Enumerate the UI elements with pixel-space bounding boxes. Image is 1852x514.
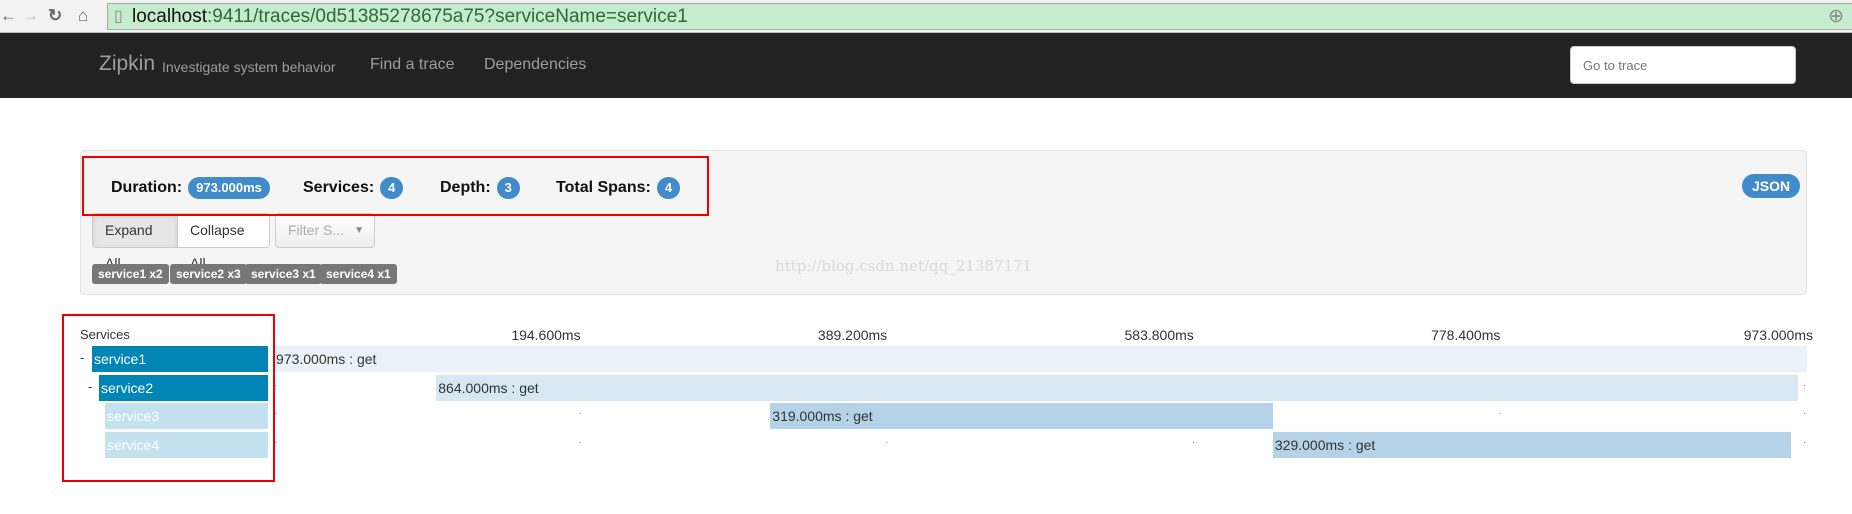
nav-dependencies[interactable]: Dependencies xyxy=(484,56,586,74)
span-bar[interactable]: 973.000ms : get xyxy=(274,346,1807,372)
grid-dot: · xyxy=(578,436,582,448)
grid-dot: · xyxy=(1803,408,1807,419)
depth-badge: 3 xyxy=(496,177,520,199)
tick-label: 973.000ms xyxy=(1743,327,1813,343)
zoom-icon[interactable]: ⊕ xyxy=(1828,4,1844,29)
services-badge: 4 xyxy=(380,177,404,199)
span-bar[interactable]: 864.000ms : get xyxy=(436,374,1798,401)
go-to-trace-input[interactable] xyxy=(1570,46,1796,84)
services-header: Services xyxy=(80,327,130,342)
browser-toolbar: ← → ↻ ⌂ ▯ localhost:9411/traces/0d5138527… xyxy=(0,0,1852,33)
grid-dot: · xyxy=(274,408,278,419)
tick-label: 778.400ms xyxy=(1431,327,1501,343)
forward-icon[interactable]: → xyxy=(22,6,39,26)
span-bar[interactable]: 319.000ms : get xyxy=(770,403,1273,429)
service-tag[interactable]: service4 x1 xyxy=(320,264,397,284)
collapse-all-button[interactable]: Collapse All xyxy=(177,213,270,271)
grid-dot: · xyxy=(885,436,889,448)
span-bar[interactable]: 329.000ms : get xyxy=(1272,431,1792,458)
brand[interactable]: Zipkin xyxy=(99,52,155,76)
tagline: Investigate system behavior xyxy=(162,59,336,75)
grid-dot: · xyxy=(274,379,278,391)
depth-stat: Depth: 3 xyxy=(440,177,520,199)
tick-label: 194.600ms xyxy=(511,327,581,343)
service-tag[interactable]: service2 x3 xyxy=(170,264,247,284)
spans-badge: 4 xyxy=(656,177,681,199)
tick-label: 389.200ms xyxy=(817,327,888,343)
grid-dot: · xyxy=(1803,436,1807,448)
grid-dot: · xyxy=(1498,408,1502,419)
service-tag[interactable]: service1 x2 xyxy=(92,264,169,284)
collapse-toggle[interactable]: - xyxy=(80,350,84,365)
chevron-down-icon: ▼ xyxy=(354,225,364,236)
total-spans-stat: Total Spans: 4 xyxy=(556,177,681,199)
nav-find-trace[interactable]: Find a trace xyxy=(370,56,454,74)
page-icon: ▯ xyxy=(114,8,123,25)
duration-badge: 973.000ms xyxy=(188,177,270,199)
grid-dot: · xyxy=(578,408,582,419)
service-name-service4[interactable]: service4 xyxy=(105,431,268,458)
service-name-service2[interactable]: service2 xyxy=(99,374,268,401)
expand-all-button[interactable]: Expand All xyxy=(92,213,178,271)
filter-services-select[interactable]: Filter S... ▼ xyxy=(275,213,375,248)
service-name-service3[interactable]: service3 xyxy=(105,403,268,429)
tick-label: 583.800ms xyxy=(1124,327,1194,343)
service-tag[interactable]: service3 x1 xyxy=(245,264,322,284)
service-name-service1[interactable]: service1 xyxy=(92,346,268,372)
grid-dot: · xyxy=(274,436,278,448)
services-stat: Services: 4 xyxy=(303,177,404,199)
reload-icon[interactable]: ↻ xyxy=(48,6,62,26)
home-icon[interactable]: ⌂ xyxy=(78,6,88,26)
grid-dot: · xyxy=(1803,379,1807,391)
json-button[interactable]: JSON xyxy=(1742,174,1801,198)
address-bar[interactable]: ▯ localhost:9411/traces/0d51385278675a75?… xyxy=(107,3,1852,30)
watermark: http://blog.csdn.net/qq_21387171 xyxy=(775,257,1033,275)
duration-stat: Duration: 973.000ms xyxy=(111,177,270,199)
back-icon[interactable]: ← xyxy=(0,6,17,26)
grid-dot: · xyxy=(1191,436,1196,448)
collapse-toggle[interactable]: - xyxy=(88,379,92,394)
